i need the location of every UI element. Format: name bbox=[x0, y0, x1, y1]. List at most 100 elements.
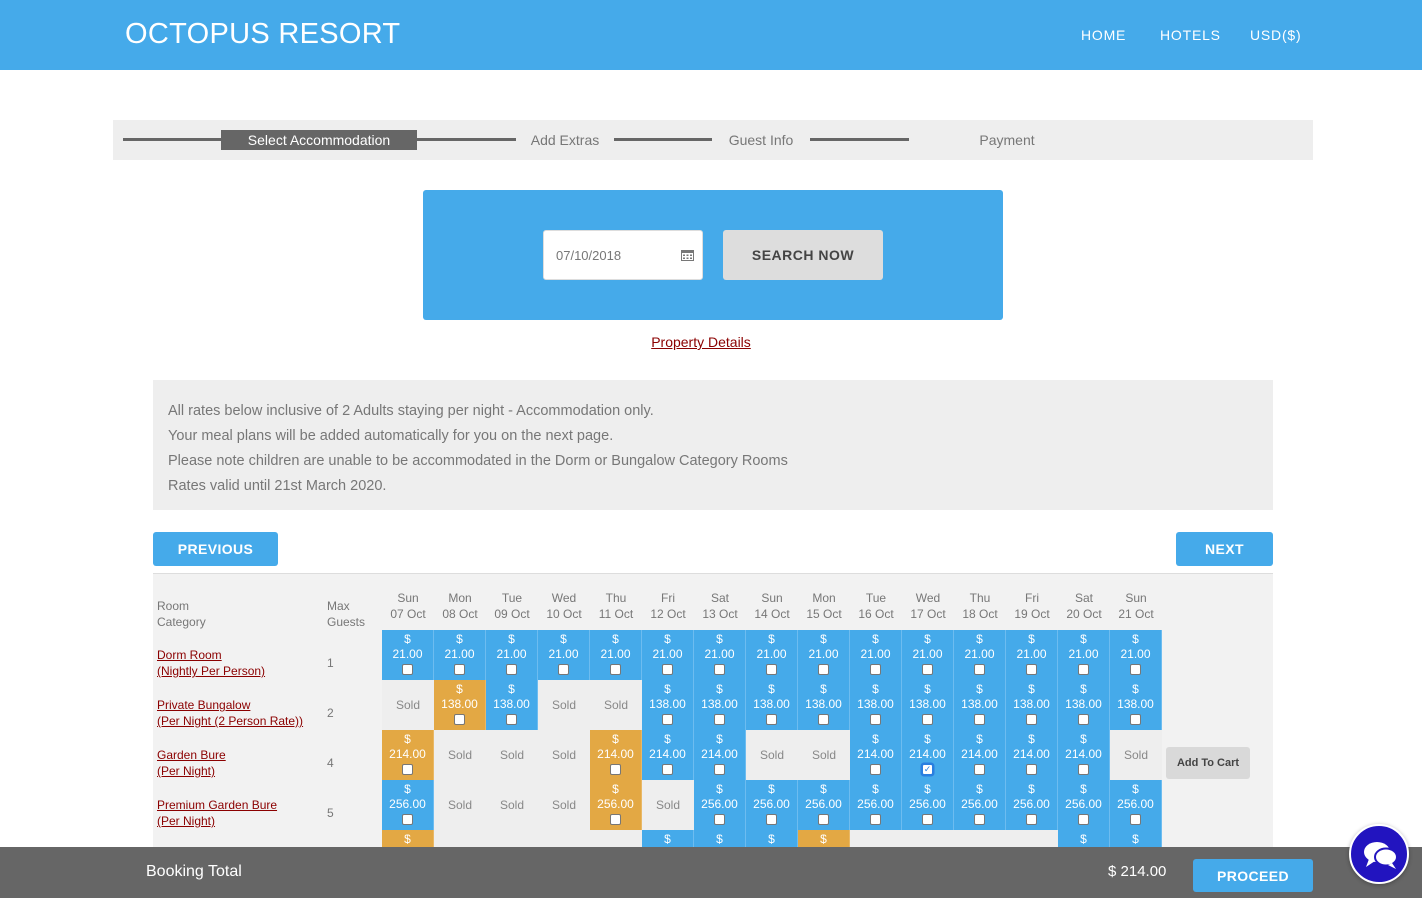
currency-symbol: $ bbox=[768, 632, 775, 646]
nightly-price: 21.00 bbox=[1016, 647, 1047, 661]
select-night-checkbox[interactable] bbox=[662, 664, 673, 675]
select-night-checkbox[interactable] bbox=[714, 764, 725, 775]
select-night-checkbox[interactable] bbox=[974, 714, 985, 725]
nightly-price: 256.00 bbox=[909, 797, 946, 811]
room-rate-basis[interactable]: (Per Night) bbox=[157, 813, 277, 829]
room-rate-basis[interactable]: (Per Night) bbox=[157, 763, 226, 779]
rate-cell: $138.00 bbox=[850, 680, 902, 730]
select-night-checkbox[interactable] bbox=[818, 664, 829, 675]
nightly-price: 214.00 bbox=[701, 747, 738, 761]
select-night-checkbox[interactable] bbox=[922, 814, 933, 825]
previous-button[interactable]: PREVIOUS bbox=[153, 532, 278, 566]
select-night-checkbox[interactable] bbox=[662, 764, 673, 775]
room-rate-basis[interactable]: (Nightly Per Person) bbox=[157, 663, 265, 679]
select-night-checkbox[interactable] bbox=[1026, 714, 1037, 725]
search-panel: SEARCH NOW bbox=[423, 190, 1003, 320]
select-night-checkbox[interactable] bbox=[1130, 714, 1141, 725]
nightly-price: 21.00 bbox=[808, 647, 839, 661]
select-night-checkbox[interactable] bbox=[1130, 814, 1141, 825]
select-night-checkbox[interactable] bbox=[714, 664, 725, 675]
select-night-checkbox[interactable] bbox=[610, 664, 621, 675]
select-night-checkbox[interactable] bbox=[402, 664, 413, 675]
rate-cell: $256.00 bbox=[1058, 780, 1110, 830]
booking-steps: Select Accommodation Add Extras Guest In… bbox=[113, 120, 1313, 160]
room-name[interactable]: Private Bungalow bbox=[157, 697, 303, 713]
select-night-checkbox[interactable] bbox=[1130, 664, 1141, 675]
add-to-cart-button[interactable]: Add To Cart bbox=[1166, 747, 1250, 779]
select-night-checkbox[interactable] bbox=[870, 764, 881, 775]
select-night-checkbox[interactable] bbox=[454, 714, 465, 725]
select-night-checkbox[interactable] bbox=[1078, 764, 1089, 775]
room-name[interactable]: Garden Bure bbox=[157, 747, 226, 763]
nav-home[interactable]: HOME bbox=[1081, 27, 1126, 43]
sold-cell bbox=[538, 830, 590, 847]
room-category-link[interactable]: Private Bungalow (Per Night (2 Person Rat… bbox=[157, 697, 303, 729]
select-night-checkbox[interactable] bbox=[922, 664, 933, 675]
select-night-checkbox[interactable] bbox=[818, 714, 829, 725]
nightly-price: 21.00 bbox=[1068, 647, 1099, 661]
nightly-price: 256.00 bbox=[1117, 797, 1154, 811]
select-night-checkbox[interactable] bbox=[1026, 814, 1037, 825]
select-night-checkbox[interactable] bbox=[1026, 664, 1037, 675]
select-night-checkbox[interactable] bbox=[974, 664, 985, 675]
select-night-checkbox[interactable] bbox=[1078, 814, 1089, 825]
rate-cell: $214.00 bbox=[694, 730, 746, 780]
room-category-link[interactable]: Garden Bure (Per Night) bbox=[157, 747, 226, 779]
select-night-checkbox[interactable] bbox=[870, 814, 881, 825]
select-night-checkbox[interactable] bbox=[714, 814, 725, 825]
nightly-price: 256.00 bbox=[805, 797, 842, 811]
select-night-checkbox[interactable] bbox=[818, 814, 829, 825]
select-night-checkbox[interactable] bbox=[922, 714, 933, 725]
select-night-checkbox[interactable] bbox=[662, 714, 673, 725]
select-night-checkbox[interactable] bbox=[402, 814, 413, 825]
search-now-button[interactable]: SEARCH NOW bbox=[723, 230, 883, 280]
rates-notice: All rates below inclusive of 2 Adults st… bbox=[153, 380, 1273, 510]
nav-currency[interactable]: USD($) bbox=[1250, 27, 1301, 43]
select-night-checkbox[interactable]: ✓ bbox=[922, 764, 933, 775]
rate-cell: $21.00 bbox=[1058, 630, 1110, 680]
select-night-checkbox[interactable] bbox=[610, 814, 621, 825]
select-night-checkbox[interactable] bbox=[610, 764, 621, 775]
select-night-checkbox[interactable] bbox=[1078, 714, 1089, 725]
room-name[interactable]: Dorm Room bbox=[157, 647, 265, 663]
calendar-icon[interactable] bbox=[681, 249, 694, 261]
room-name[interactable]: Premium Garden Bure bbox=[157, 797, 277, 813]
select-night-checkbox[interactable] bbox=[506, 664, 517, 675]
nav-hotels[interactable]: HOTELS bbox=[1160, 27, 1221, 43]
select-night-checkbox[interactable] bbox=[402, 764, 413, 775]
select-night-checkbox[interactable] bbox=[1078, 664, 1089, 675]
proceed-button[interactable]: PROCEED bbox=[1193, 859, 1313, 892]
select-night-checkbox[interactable] bbox=[766, 814, 777, 825]
day-of-week: Sun bbox=[1125, 591, 1147, 605]
currency-symbol: $ bbox=[1028, 632, 1035, 646]
rate-cell: $21.00 bbox=[434, 630, 486, 680]
room-rate-basis[interactable]: (Per Night (2 Person Rate)) bbox=[157, 713, 303, 729]
currency-symbol: $ bbox=[716, 832, 723, 846]
select-night-checkbox[interactable] bbox=[714, 714, 725, 725]
select-night-checkbox[interactable] bbox=[558, 664, 569, 675]
select-night-checkbox[interactable] bbox=[506, 714, 517, 725]
property-details-link[interactable]: Property Details bbox=[0, 334, 1402, 350]
nightly-price: 138.00 bbox=[857, 697, 894, 711]
sold-cell: Sold bbox=[538, 730, 590, 780]
select-night-checkbox[interactable] bbox=[454, 664, 465, 675]
select-night-checkbox[interactable] bbox=[974, 814, 985, 825]
currency-symbol: $ bbox=[924, 732, 931, 746]
select-night-checkbox[interactable] bbox=[870, 664, 881, 675]
max-guests: 1 bbox=[327, 656, 334, 670]
select-night-checkbox[interactable] bbox=[974, 764, 985, 775]
next-button[interactable]: NEXT bbox=[1176, 532, 1273, 566]
select-night-checkbox[interactable] bbox=[766, 714, 777, 725]
currency-symbol: $ bbox=[1132, 632, 1139, 646]
select-night-checkbox[interactable] bbox=[766, 664, 777, 675]
room-category-link[interactable]: Dorm Room (Nightly Per Person) bbox=[157, 647, 265, 679]
room-category-link[interactable]: Premium Garden Bure (Per Night) bbox=[157, 797, 277, 829]
brand-logo-text[interactable]: OCTOPUS RESORT bbox=[125, 18, 400, 51]
chat-widget-button[interactable] bbox=[1349, 824, 1409, 884]
check-in-date-input[interactable] bbox=[543, 230, 703, 280]
currency-symbol: $ bbox=[1080, 832, 1087, 846]
step-add-extras: Add Extras bbox=[530, 132, 600, 148]
select-night-checkbox[interactable] bbox=[870, 714, 881, 725]
select-night-checkbox[interactable] bbox=[1026, 764, 1037, 775]
rate-cell: $256.00 bbox=[850, 780, 902, 830]
